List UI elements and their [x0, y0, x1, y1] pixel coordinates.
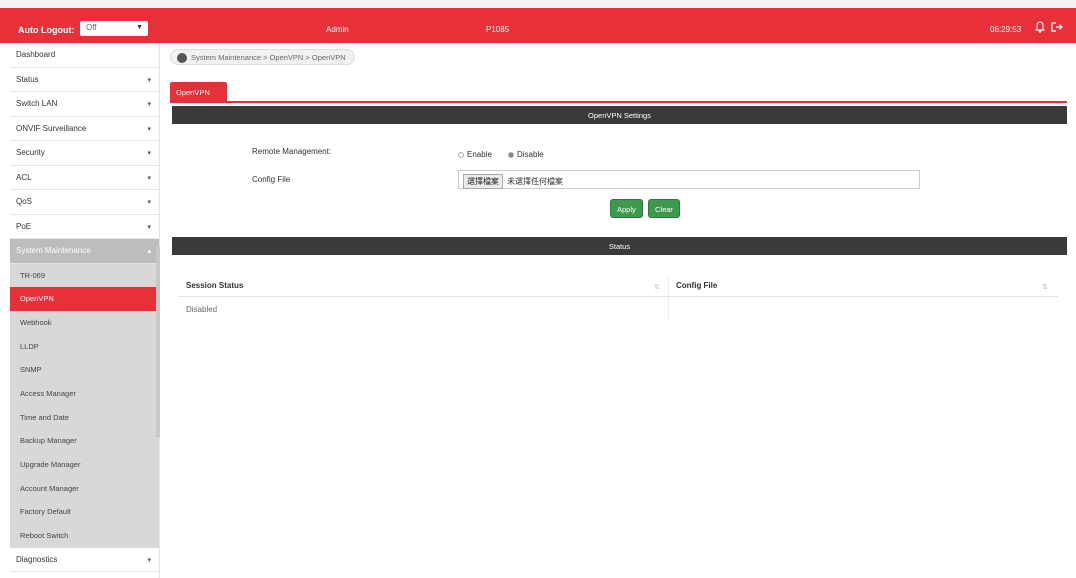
auto-logout-value: Off: [86, 23, 97, 32]
user-name: Admin: [326, 25, 349, 34]
submenu-item-account-manager[interactable]: Account Manager: [10, 477, 159, 501]
sidebar-item-label: Security: [16, 148, 45, 157]
browser-strip: [0, 0, 1076, 8]
table-cell-session-status: Disabled: [186, 305, 218, 314]
sidebar-item-system-maintenance[interactable]: System Maintenance ▴: [10, 239, 159, 264]
sidebar-item-label: Status: [16, 74, 39, 84]
submenu-item-upgrade-manager[interactable]: Upgrade Manager: [10, 453, 159, 477]
submenu: TR-069 OpenVPN Webhook LLDP SNMP Access …: [10, 263, 159, 548]
sidebar-item-label: Dashboard: [16, 50, 56, 59]
sidebar-item-security[interactable]: Security ▾: [10, 141, 159, 166]
column-header-session-status[interactable]: Session Status: [186, 276, 243, 296]
sidebar-scrollbar[interactable]: [156, 247, 160, 437]
sidebar-item-qos[interactable]: QoS ▾: [10, 190, 159, 215]
tab-underline: [170, 101, 1067, 103]
chevron-up-icon: ▴: [147, 248, 151, 255]
config-file-label: Config File: [252, 175, 291, 184]
config-file-input[interactable]: 選擇檔案 未選擇任何檔案: [458, 170, 920, 189]
bell-icon[interactable]: [1034, 21, 1046, 36]
sidebar-item-label: ONVIF Surveillance: [16, 123, 87, 133]
sidebar-item-label: System Maintenance: [16, 246, 91, 255]
sidebar-item-diagnostics[interactable]: Diagnostics ▾: [10, 548, 159, 573]
chevron-down-icon: ▾: [147, 556, 151, 564]
chevron-down-icon: ▾: [147, 101, 151, 108]
breadcrumb: System Maintenance > OpenVPN > OpenVPN: [170, 49, 355, 65]
chevron-down-icon: ▾: [147, 174, 151, 182]
file-status-text: 未選擇任何檔案: [507, 177, 563, 186]
status-header: Status: [172, 237, 1067, 255]
sidebar-item-label: PoE: [16, 221, 32, 231]
top-bar: Auto Logout: Off ▼ Admin P1085 06:29:53: [0, 0, 1076, 43]
submenu-item-reboot-switch[interactable]: Reboot Switch: [10, 524, 159, 548]
tab-openvpn[interactable]: OpenVPN: [170, 82, 227, 101]
sidebar-item-label: QoS: [16, 197, 33, 206]
breadcrumb-text: System Maintenance > OpenVPN > OpenVPN: [191, 53, 346, 62]
gear-icon: [177, 53, 187, 64]
sidebar-item-status[interactable]: Status ▾: [10, 68, 159, 92]
submenu-item-backup-manager[interactable]: Backup Manager: [10, 429, 159, 453]
chevron-down-icon: ▾: [147, 223, 151, 231]
sort-icon[interactable]: ⇅: [1042, 283, 1048, 291]
settings-header: OpenVPN Settings: [172, 106, 1067, 124]
sidebar-item-poe[interactable]: PoE ▾: [10, 215, 159, 239]
chevron-down-icon: ▾: [147, 76, 151, 84]
device-model: P1085: [486, 25, 510, 34]
column-header-config-file[interactable]: Config File: [676, 276, 717, 296]
submenu-item-webhook[interactable]: Webhook: [10, 311, 159, 335]
sidebar-item-switch-lan[interactable]: Switch LAN ▾: [10, 92, 159, 117]
submenu-item-tr069[interactable]: TR-069: [10, 264, 159, 288]
radio-on-icon: [508, 151, 514, 158]
sidebar-item-acl[interactable]: ACL ▾: [10, 166, 159, 190]
submenu-item-factory-default[interactable]: Factory Default: [10, 500, 159, 524]
enable-radio[interactable]: Enable: [458, 150, 492, 159]
submenu-item-snmp[interactable]: SNMP: [10, 358, 159, 382]
sidebar-item-onvif[interactable]: ONVIF Surveillance ▾: [10, 117, 159, 141]
radio-off-icon: [458, 151, 464, 158]
sidebar-item-dashboard[interactable]: Dashboard: [10, 43, 159, 68]
chevron-down-icon: ▼: [136, 24, 143, 31]
logout-icon[interactable]: [1050, 21, 1064, 36]
chevron-down-icon: ▾: [147, 150, 151, 157]
sort-icon[interactable]: ⇅: [654, 283, 660, 291]
choose-file-button[interactable]: 選擇檔案: [463, 174, 503, 189]
clear-button[interactable]: Clear: [648, 199, 680, 218]
column-divider: [668, 276, 669, 320]
disable-label: Disable: [517, 150, 544, 159]
sidebar: Dashboard Status ▾ Switch LAN ▾ ONVIF Surv…: [10, 43, 160, 578]
header-divider: [178, 296, 1058, 297]
remote-management-label: Remote Management:: [252, 147, 332, 156]
enable-label: Enable: [467, 150, 492, 159]
auto-logout-select[interactable]: Off ▼: [80, 21, 148, 36]
submenu-item-lldp[interactable]: LLDP: [10, 335, 159, 359]
sidebar-item-label: Switch LAN: [16, 99, 58, 108]
clock: 06:29:53: [990, 25, 1022, 34]
auto-logout-label: Auto Logout:: [18, 25, 75, 35]
submenu-item-time-and-date[interactable]: Time and Date: [10, 406, 159, 430]
chevron-down-icon: ▾: [147, 199, 151, 206]
submenu-item-access-manager[interactable]: Access Manager: [10, 382, 159, 406]
submenu-item-openvpn[interactable]: OpenVPN: [10, 287, 159, 311]
sidebar-item-label: ACL: [16, 172, 32, 182]
disable-radio[interactable]: Disable: [508, 150, 544, 159]
sidebar-item-label: Diagnostics: [16, 554, 58, 564]
apply-button[interactable]: Apply: [610, 199, 643, 218]
chevron-down-icon: ▾: [147, 125, 151, 133]
